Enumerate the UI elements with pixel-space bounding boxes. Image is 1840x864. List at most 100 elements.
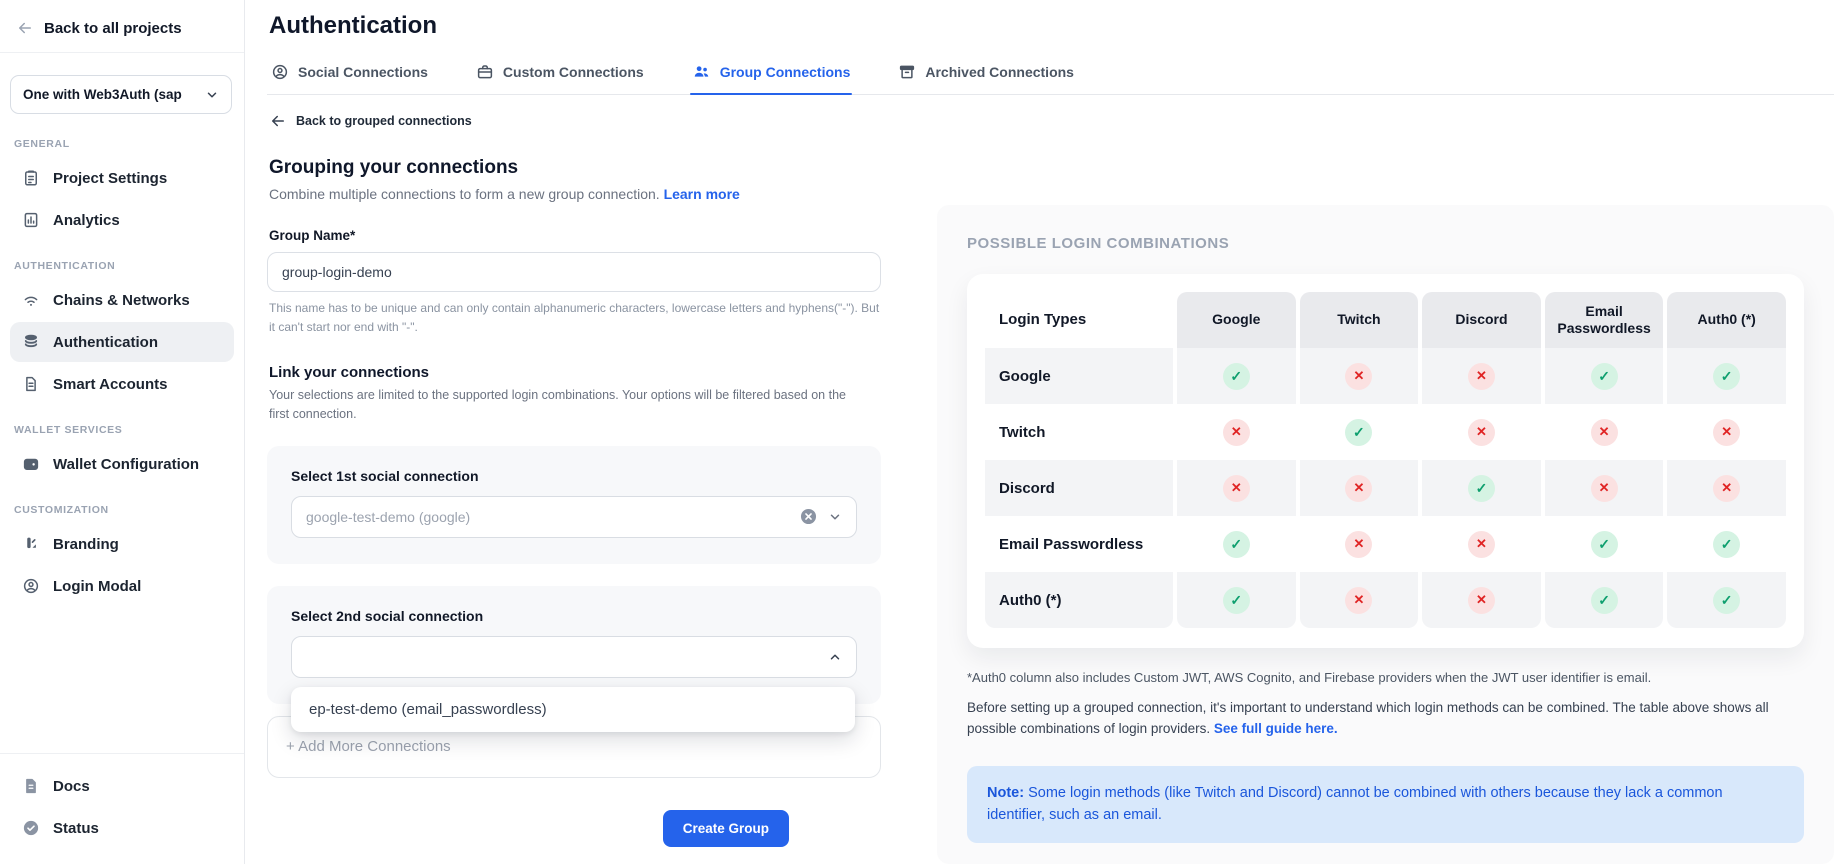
first-connection-card: Select 1st social connection google-test… [267, 446, 881, 564]
file-icon [22, 375, 40, 393]
check-icon: ✓ [1713, 587, 1740, 614]
combo-header-login-types: Login Types [985, 292, 1173, 348]
combo-cell-email-passwordless-auth0: ✓ [1667, 516, 1786, 572]
dropdown-option-ep-test-demo-email-passwordless[interactable]: ep-test-demo (email_passwordless) [291, 687, 855, 732]
tab-bar: Social Connections Custom Connections Grou… [267, 56, 1834, 95]
learn-more-link[interactable]: Learn more [664, 186, 740, 202]
doc-icon [22, 777, 40, 795]
group-name-help: This name has to be unique and can only … [269, 299, 881, 336]
tab-label: Group Connections [720, 64, 851, 80]
combo-cell-twitch-email-passwordless: ✕ [1545, 404, 1664, 460]
combo-header-twitch: Twitch [1300, 292, 1419, 348]
sidebar-item-login-modal[interactable]: Login Modal [10, 566, 234, 606]
project-selector[interactable]: One with Web3Auth (sap [10, 75, 232, 114]
combo-column-discord: Discord✕✕✓✕✕ [1422, 292, 1541, 628]
stack-icon [22, 333, 40, 351]
user-circle-icon [22, 577, 40, 595]
tab-archived-connections[interactable]: Archived Connections [896, 56, 1076, 94]
combo-row-label-google: Google [985, 348, 1173, 404]
section-label-customization: CUSTOMIZATION [0, 486, 244, 522]
combo-header-discord: Discord [1422, 292, 1541, 348]
sidebar-nav: GENERALProject SettingsAnalyticsAUTHENTI… [0, 120, 244, 608]
full-guide-link[interactable]: See full guide here. [1214, 721, 1338, 736]
back-to-projects-link[interactable]: Back to all projects [0, 0, 244, 52]
back-to-grouped-label: Back to grouped connections [296, 114, 472, 128]
check-icon: ✓ [1713, 363, 1740, 390]
back-to-grouped-connections-link[interactable]: Back to grouped connections [269, 112, 881, 130]
section-label-wallet-services: WALLET SERVICES [0, 406, 244, 442]
combo-row-label-email-passwordless: Email Passwordless [985, 516, 1173, 572]
combo-header-google: Google [1177, 292, 1296, 348]
first-connection-label: Select 1st social connection [291, 468, 857, 484]
x-icon: ✕ [1223, 419, 1250, 446]
x-icon: ✕ [1345, 531, 1372, 558]
check-icon: ✓ [1345, 419, 1372, 446]
tab-group-connections[interactable]: Group Connections [690, 56, 853, 94]
link-connections-subtitle: Your selections are limited to the suppo… [269, 386, 869, 424]
sidebar-item-label: Smart Accounts [53, 376, 167, 393]
first-connection-value: google-test-demo (google) [306, 509, 799, 525]
combinations-table: Login TypesGoogleTwitchDiscordEmail Pass… [985, 292, 1786, 628]
sidebar-item-docs[interactable]: Docs [10, 766, 234, 806]
sidebar-item-label: Login Modal [53, 578, 141, 595]
check-icon: ✓ [1223, 587, 1250, 614]
combo-row-label-discord: Discord [985, 460, 1173, 516]
chevron-down-icon[interactable] [828, 510, 842, 524]
sidebar-item-smart-accounts[interactable]: Smart Accounts [10, 364, 234, 404]
chevron-up-icon[interactable] [828, 650, 842, 664]
sidebar-item-label: Authentication [53, 334, 158, 351]
sidebar-item-status[interactable]: Status [10, 808, 234, 848]
combo-cell-google-email-passwordless: ✓ [1545, 348, 1664, 404]
users-icon [692, 62, 711, 81]
arrow-left-icon [269, 112, 287, 130]
check-icon: ✓ [1223, 363, 1250, 390]
sidebar-item-label: Docs [53, 778, 90, 795]
check-icon: ✓ [1591, 531, 1618, 558]
clear-x-circle-icon[interactable] [799, 507, 818, 526]
sidebar-item-chains-networks[interactable]: Chains & Networks [10, 280, 234, 320]
tab-label: Archived Connections [925, 64, 1074, 80]
sidebar-footer: Docs Status [0, 753, 244, 850]
combo-cell-twitch-auth0: ✕ [1667, 404, 1786, 460]
briefcase-icon [476, 63, 494, 81]
group-name-label: Group Name* [269, 228, 881, 243]
second-connection-label: Select 2nd social connection [291, 608, 857, 624]
create-group-button[interactable]: Create Group [663, 810, 789, 847]
tab-social-connections[interactable]: Social Connections [269, 56, 430, 94]
combo-cell-twitch-twitch: ✓ [1300, 404, 1419, 460]
combo-cell-auth0-google: ✓ [1177, 572, 1296, 628]
sidebar-item-wallet-configuration[interactable]: Wallet Configuration [10, 444, 234, 484]
check-icon: ✓ [1468, 475, 1495, 502]
sidebar-item-project-settings[interactable]: Project Settings [10, 158, 234, 198]
first-connection-select[interactable]: google-test-demo (google) [291, 496, 857, 538]
combo-cell-email-passwordless-twitch: ✕ [1300, 516, 1419, 572]
sidebar-item-label: Wallet Configuration [53, 456, 199, 473]
combo-cell-email-passwordless-discord: ✕ [1422, 516, 1541, 572]
x-icon: ✕ [1223, 475, 1250, 502]
combo-cell-discord-twitch: ✕ [1300, 460, 1419, 516]
sidebar-item-authentication[interactable]: Authentication [10, 322, 234, 362]
combo-column-google: Google ✓ ✕ ✕ ✓ ✓ [1177, 292, 1296, 628]
combo-cell-google-discord: ✕ [1422, 348, 1541, 404]
x-icon: ✕ [1591, 475, 1618, 502]
wallet-icon [22, 455, 40, 473]
second-connection-select[interactable] [291, 636, 857, 678]
chevron-down-icon [205, 88, 219, 102]
combo-row-label-twitch: Twitch [985, 404, 1173, 460]
combo-cell-email-passwordless-email-passwordless: ✓ [1545, 516, 1664, 572]
group-name-input[interactable] [267, 252, 881, 292]
combo-column-login-types: Login TypesGoogleTwitchDiscordEmail Pass… [985, 292, 1173, 628]
combo-column-auth0: Auth0 (*)✓✕✕✓✓ [1667, 292, 1786, 628]
section-label-authentication: AUTHENTICATION [0, 242, 244, 278]
combo-cell-google-google: ✓ [1177, 348, 1296, 404]
x-icon: ✕ [1713, 419, 1740, 446]
add-more-connections-button[interactable]: + Add More Connections [286, 738, 451, 755]
combo-cell-auth0-twitch: ✕ [1300, 572, 1419, 628]
sidebar-item-analytics[interactable]: Analytics [10, 200, 234, 240]
sidebar-item-label: Analytics [53, 212, 120, 229]
check-icon: ✓ [1223, 531, 1250, 558]
x-icon: ✕ [1468, 363, 1495, 390]
main-content: Authentication Social ConnectionsCustom … [245, 0, 1840, 864]
tab-custom-connections[interactable]: Custom Connections [474, 56, 646, 94]
sidebar-item-branding[interactable]: Branding [10, 524, 234, 564]
